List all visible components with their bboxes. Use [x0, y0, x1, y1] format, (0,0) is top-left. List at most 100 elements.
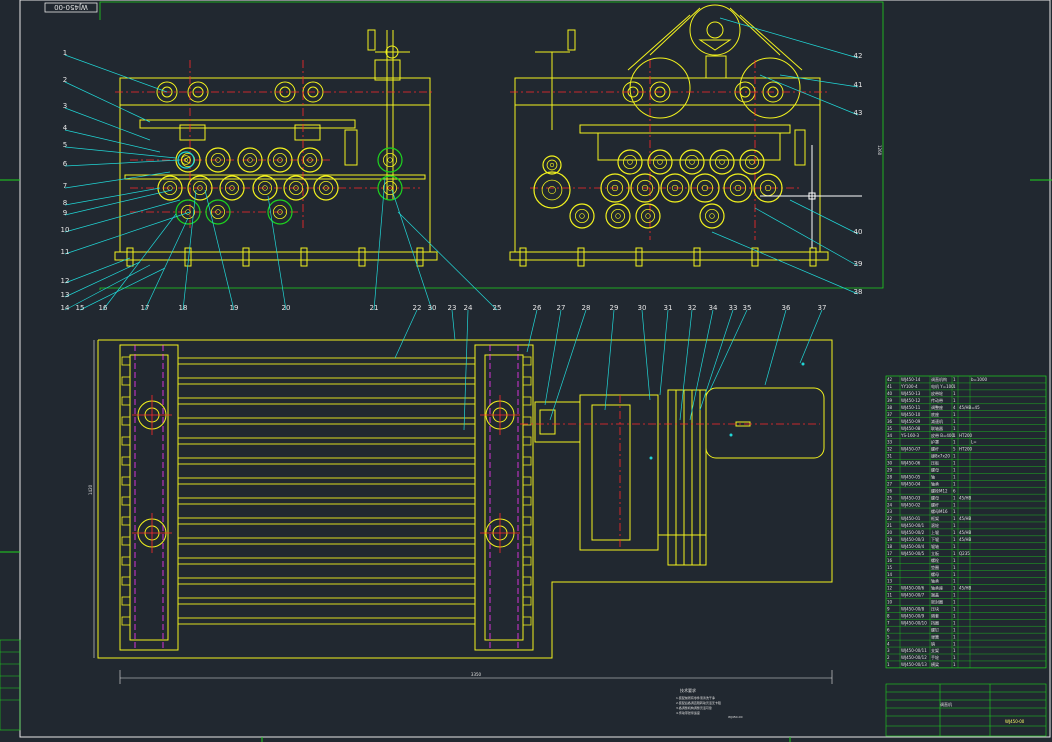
roller-hub: [387, 157, 393, 163]
bom-cell: 10: [887, 600, 893, 605]
roller-hub: [615, 213, 621, 219]
leader-line: [789, 199, 859, 235]
bom-cell: 14: [887, 572, 893, 577]
bom-cell: 4: [887, 641, 890, 646]
bom-cell: 1: [953, 607, 956, 612]
bom-cell: WJ450-00/2: [901, 530, 925, 535]
bom-cell: 31: [887, 454, 893, 459]
balloon-label: 34: [709, 304, 718, 312]
front-handwheel: [367, 29, 410, 59]
balloon-label: 40: [854, 228, 863, 236]
notes-line-2: 2.装配后各调直辊转动灵活无卡阻: [676, 700, 721, 705]
balloon-label: 41: [854, 81, 863, 89]
roller-bore: [575, 208, 590, 223]
roll-shaft: [177, 617, 476, 625]
bom-cell: 电机 Y=100: [931, 383, 954, 389]
notes-line-4: 4.传动带张紧适度: [676, 710, 700, 715]
bom-cell: 15: [887, 565, 893, 570]
leader-line: [64, 171, 171, 189]
shaft-end-right: [522, 576, 532, 586]
leader-line: [144, 217, 189, 311]
bom-cell: WJ450-00/11: [901, 648, 927, 653]
bom-cell: 18: [887, 544, 893, 549]
bom-cell: 1: [953, 648, 956, 653]
bom-cell: WJ450-14: [901, 377, 921, 382]
bom-cell: 1: [953, 551, 956, 556]
roll-shaft: [177, 417, 476, 425]
notes-tag: WJ450-00: [728, 715, 743, 719]
bom-cell: 2: [887, 655, 890, 660]
balloon-label: 35: [743, 304, 752, 312]
bom-cell: 轴: [931, 473, 935, 479]
bom-cell: 34: [887, 433, 893, 438]
roller-bore: [715, 154, 730, 169]
shaft-end-left: [121, 536, 131, 546]
balloon: 31: [659, 304, 672, 396]
title-block-name: 调直机: [940, 701, 952, 707]
bom-cell: 上辊: [931, 529, 939, 535]
leader-line: [267, 195, 287, 311]
dim-overall-width: 3350: [471, 672, 482, 677]
bom-cell: 1: [953, 384, 956, 389]
roller: [679, 149, 705, 175]
shaft-end-left: [121, 556, 131, 566]
leader-line: [754, 207, 859, 267]
bom-cell: 弹簧: [931, 633, 939, 639]
bom-cell: 35: [887, 426, 893, 431]
balloon: 3: [63, 102, 151, 141]
bom-cell: 7: [887, 620, 890, 625]
bom-cell: 轴承: [931, 480, 939, 486]
balloon-label: 7: [63, 182, 67, 190]
roll-shaft: [177, 517, 476, 525]
balloon: 37: [799, 304, 826, 364]
bom-cell: 支架: [931, 647, 939, 653]
bom-cell: 1: [953, 502, 956, 507]
shaft-end-right: [522, 616, 532, 626]
shaft-end-right: [522, 536, 532, 546]
leader-line: [711, 231, 859, 295]
leader-line: [544, 309, 562, 406]
roller: [647, 149, 673, 175]
leader-line: [526, 309, 538, 353]
bom-cell: WJ450-00/10: [901, 620, 927, 625]
balloon-label: 38: [854, 288, 863, 296]
plan-dimensions: [93, 340, 833, 684]
roll-shaft: [177, 597, 476, 605]
balloon-label: 30: [638, 304, 647, 312]
bom-cell: 42: [887, 377, 893, 382]
gear-reducer: [579, 394, 659, 551]
balloon-label: 26: [533, 304, 542, 312]
bom-cell: 调整座: [931, 404, 943, 410]
bom-cell: 1: [953, 398, 956, 403]
leader-line: [679, 309, 693, 421]
bom-cell: 33: [887, 440, 893, 445]
leader-line: [779, 74, 859, 88]
bom-cell: 1: [953, 593, 956, 598]
bom-cell: 25: [887, 495, 893, 500]
balloon-label: 19: [230, 304, 239, 312]
balloon: 23: [448, 304, 456, 341]
roll-shaft: [177, 457, 476, 465]
bom-cell: 1: [953, 530, 956, 535]
shaft-end-right: [522, 376, 532, 386]
balloon-label: 28: [582, 304, 591, 312]
bom-cell: 垫圈: [931, 564, 939, 570]
balloon-label: 25: [493, 304, 502, 312]
leader-line: [689, 309, 714, 421]
bom-cell: 压板: [931, 460, 939, 466]
bom-cell: 45/HB: [959, 586, 971, 591]
bom-cell: 45/HB=45: [959, 405, 980, 410]
balloon-label: 16: [99, 304, 108, 312]
shaft-end-left: [121, 476, 131, 486]
bom-cell: 1: [953, 572, 956, 577]
balloon-label: 1: [63, 49, 67, 57]
leader-line: [64, 189, 173, 216]
leader-line: [64, 187, 161, 206]
plan-bearing-red-marks: [132, 395, 520, 553]
bom-cell: 滚轮: [931, 522, 939, 528]
balloon: 9: [63, 189, 173, 217]
bom-cell: 1: [953, 433, 956, 438]
bom-cell: WJ450-11: [901, 405, 921, 410]
bom-cell: 1: [953, 537, 956, 542]
cad-drawing-canvas: WJ450-00 1260 3350 1420 技术要求 1.装配前所有零件须清…: [0, 0, 1052, 742]
